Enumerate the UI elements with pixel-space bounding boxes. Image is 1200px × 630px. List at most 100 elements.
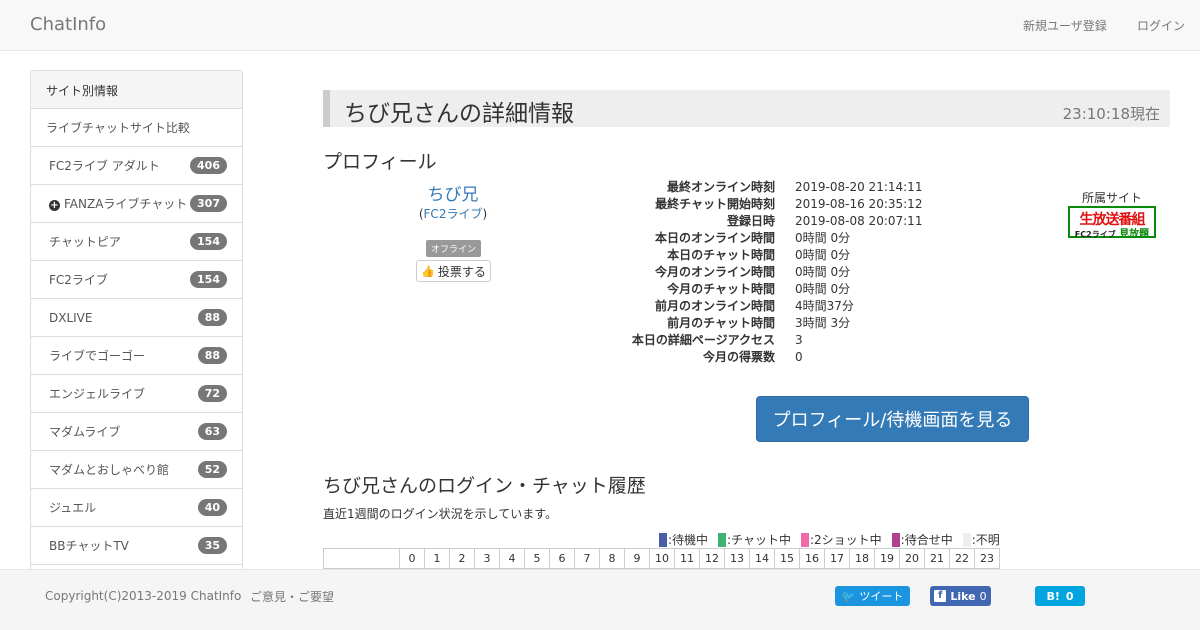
- hour-cell: 3: [474, 548, 500, 569]
- hour-cell: 2: [449, 548, 475, 569]
- stat-value: 4時間37分: [795, 299, 854, 313]
- stat-row: 本日のオンライン時間 0時間 0分: [600, 230, 922, 247]
- like-count: 0: [979, 589, 987, 603]
- hatena-bookmark-button[interactable]: B! 0: [1035, 586, 1085, 606]
- legend-swatch: [718, 532, 727, 547]
- stat-value: 2019-08-08 20:07:11: [795, 214, 923, 228]
- sidebar-item-label: マダムとおしゃべり館: [49, 463, 170, 477]
- footer: Copyright(C)2013-2019 ChatInfo ご意見・ご要望 🐦…: [0, 569, 1200, 630]
- sidebar-item-label: BBチャットTV: [49, 539, 129, 553]
- register-link[interactable]: 新規ユーザ登録: [1023, 17, 1107, 34]
- stat-row: 本日の詳細ページアクセス 3: [600, 332, 922, 349]
- stat-value: 0時間 0分: [795, 282, 851, 296]
- stat-value: 3: [795, 333, 803, 347]
- count-badge: 40: [197, 499, 227, 516]
- hour-cell: 13: [724, 548, 750, 569]
- sidebar-item[interactable]: FC2ライブ 154: [31, 261, 242, 299]
- user-name-link[interactable]: ちび兄: [403, 180, 503, 205]
- status-badge: オフライン: [426, 240, 482, 257]
- stat-row: 最終オンライン時刻 2019-08-20 21:14:11: [600, 179, 922, 196]
- sidebar-item[interactable]: + FANZAライブチャット 307: [31, 185, 242, 223]
- hour-cell: 1: [424, 548, 450, 569]
- stat-row: 本日のチャット時間 0時間 0分: [600, 247, 922, 264]
- user-site: (FC2ライブ): [418, 207, 488, 221]
- sidebar-item[interactable]: ジュエル 40: [31, 489, 242, 527]
- sidebar-item-label: チャットピア: [49, 235, 121, 249]
- hour-cell: 12: [699, 548, 725, 569]
- plus-circle-icon: +: [49, 200, 60, 211]
- brand-logo[interactable]: ChatInfo: [30, 14, 106, 35]
- stat-label: 本日のチャット時間: [667, 248, 775, 262]
- history-heading: ちび兄さんのログイン・チャット履歴: [323, 475, 646, 497]
- hatena-count: 0: [1065, 589, 1074, 603]
- navbar: ChatInfo 新規ユーザ登録 ログイン: [0, 0, 1200, 51]
- view-profile-button[interactable]: プロフィール/待機画面を見る: [756, 396, 1029, 442]
- sidebar-item[interactable]: マダムライブ 63: [31, 413, 242, 451]
- current-time: 23:10:18現在: [1062, 105, 1160, 123]
- legend-swatch: [800, 532, 809, 547]
- sidebar-item-label: DXLIVE: [49, 310, 93, 325]
- stat-value: 3時間 3分: [795, 316, 851, 330]
- legend-swatch: [659, 532, 667, 547]
- page-title: ちび兄さんの詳細情報: [344, 101, 574, 127]
- legend-item: :待合せ中: [891, 531, 953, 548]
- legend-item: :不明: [962, 531, 1000, 548]
- sidebar-item[interactable]: DXLIVE 88: [31, 299, 242, 337]
- vote-button[interactable]: 👍 投票する: [416, 260, 491, 282]
- sidebar-header: サイト別情報: [31, 71, 242, 109]
- tweet-button[interactable]: 🐦 ツイート: [835, 586, 910, 606]
- stat-label: 最終チャット開始時刻: [655, 197, 775, 211]
- hour-cell: 21: [924, 548, 950, 569]
- vote-label: 投票する: [437, 264, 486, 279]
- stat-row: 登録日時 2019-08-08 20:07:11: [600, 213, 922, 230]
- hour-cell: 23: [974, 548, 1000, 569]
- feedback-link[interactable]: ご意見・ご要望: [250, 588, 334, 605]
- sidebar-item-compare[interactable]: ライブチャットサイト比較: [31, 109, 242, 147]
- user-site-link[interactable]: FC2ライブ: [424, 207, 483, 221]
- stat-value: 0: [795, 350, 803, 364]
- sidebar-item[interactable]: BBチャットTV 35: [31, 527, 242, 565]
- legend-swatch: [891, 532, 900, 547]
- count-badge: 35: [197, 537, 227, 554]
- stat-label: 前月のチャット時間: [667, 316, 775, 330]
- sidebar-item[interactable]: エンジェルライブ 72: [31, 375, 242, 413]
- stat-label: 登録日時: [726, 214, 775, 228]
- stat-label: 最終オンライン時刻: [666, 180, 775, 194]
- history-legend: :待機中 :チャット中 :2ショット中 :待合せ中 :不明: [659, 531, 1000, 548]
- hour-cell: 4: [499, 548, 525, 569]
- hour-cell: 22: [949, 548, 975, 569]
- stat-value: 0時間 0分: [795, 231, 851, 245]
- sidebar-item-label: FC2ライブ: [49, 273, 108, 287]
- legend-item: :チャット中: [718, 531, 791, 548]
- count-badge: 154: [190, 271, 227, 288]
- sidebar-item[interactable]: マダムとおしゃべり館 52: [31, 451, 242, 489]
- sidebar-item[interactable]: ライブでゴーゴー 88: [31, 337, 242, 375]
- stat-value: 2019-08-20 21:14:11: [795, 180, 923, 194]
- copyright: Copyright(C)2013-2019 ChatInfo: [45, 589, 242, 603]
- hour-cell: 17: [824, 548, 850, 569]
- login-link[interactable]: ログイン: [1137, 17, 1185, 34]
- hatena-icon: B!: [1046, 589, 1060, 603]
- facebook-icon: f: [934, 590, 947, 602]
- sidebar-item-label: ジュエル: [49, 501, 97, 515]
- count-badge: 406: [190, 157, 227, 174]
- legend-swatch: [962, 532, 971, 547]
- facebook-like-button[interactable]: f Like 0: [930, 586, 991, 606]
- hour-cell: 8: [599, 548, 625, 569]
- stat-label: 今月のチャット時間: [667, 282, 775, 296]
- count-badge: 88: [197, 347, 227, 364]
- hour-cell: 19: [874, 548, 900, 569]
- hour-header-row: 0 1 2 3 4 5 6 7 8 9 10 11 12 13 14 15 16 17 18 19 20 21 22 23: [323, 548, 1000, 569]
- logo-bottom-text: FC2ライブ 見放題: [1074, 229, 1150, 240]
- hour-cell: 6: [549, 548, 575, 569]
- title-bar: ちび兄さんの詳細情報 23:10:18現在: [323, 90, 1170, 127]
- count-badge: 52: [197, 461, 227, 478]
- legend-item: :2ショット中: [800, 531, 882, 548]
- sidebar-item[interactable]: チャットピア 154: [31, 223, 242, 261]
- stat-row: 今月のオンライン時間 0時間 0分: [600, 264, 922, 281]
- table-corner: [323, 548, 400, 569]
- sidebar-item[interactable]: FC2ライブ アダルト 406: [31, 147, 242, 185]
- site-logo[interactable]: 生放送番組 FC2ライブ 見放題: [1068, 206, 1156, 240]
- stat-label: 今月の得票数: [702, 350, 775, 364]
- profile-heading: プロフィール: [323, 151, 437, 173]
